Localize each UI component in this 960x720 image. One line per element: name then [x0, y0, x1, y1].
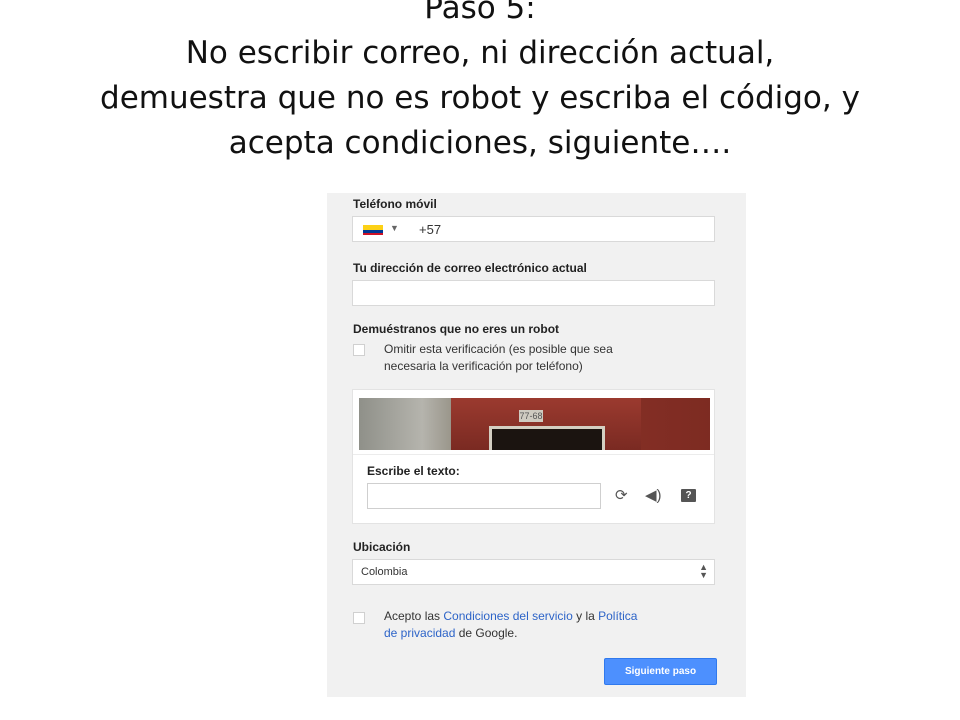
refresh-icon[interactable]: ⟳ [615, 486, 628, 504]
robot-label: Demuéstranos que no eres un robot [353, 322, 560, 336]
terms-prefix: Acepto las [384, 609, 444, 623]
chevron-down-icon[interactable]: ▼ [390, 223, 399, 233]
location-selected-value: Colombia [361, 566, 408, 578]
privacy-policy-link[interactable]: Política [598, 609, 637, 623]
privacy-policy-link[interactable]: de privacidad [384, 626, 455, 640]
audio-icon[interactable]: ◀) [645, 486, 662, 504]
captcha-input[interactable] [367, 483, 601, 509]
location-label: Ubicación [353, 540, 411, 554]
captcha-label: Escribe el texto: [367, 464, 460, 478]
terms-middle: y la [572, 609, 599, 623]
terms-text: Acepto las Condiciones del servicio y la… [384, 608, 724, 642]
phone-field[interactable]: ▼ +57 [352, 216, 715, 242]
email-field[interactable] [352, 280, 715, 306]
phone-label: Teléfono móvil [353, 197, 437, 211]
select-arrows-icon: ▲ ▼ [699, 562, 708, 580]
skip-verification-text: Omitir esta verificación (es posible que… [384, 341, 613, 375]
slide-title-line: Paso 5: [424, 0, 536, 26]
skip-verification-checkbox[interactable] [353, 344, 365, 356]
terms-of-service-link[interactable]: Condiciones del servicio [443, 609, 572, 623]
captcha-box: 77-68 Escribe el texto: ⟳ ◀) ? [352, 389, 715, 524]
colombia-flag-icon[interactable] [363, 225, 383, 235]
next-step-button[interactable]: Siguiente paso [604, 658, 717, 685]
terms-suffix: de Google. [455, 626, 518, 640]
help-icon[interactable]: ? [681, 489, 696, 502]
slide-title-line: acepta condiciones, siguiente…. [228, 125, 732, 161]
slide-title-line: No escribir correo, ni dirección actual, [185, 35, 775, 71]
slide-title: Paso 5: No escribir correo, ni dirección… [0, 0, 960, 166]
skip-verification-line: necesaria la verificación por teléfono) [384, 359, 583, 373]
signup-form-panel: Teléfono móvil ▼ +57 Tu dirección de cor… [327, 193, 746, 697]
terms-checkbox[interactable] [353, 612, 365, 624]
country-code: +57 [419, 222, 442, 237]
email-label: Tu dirección de correo electrónico actua… [353, 261, 587, 275]
skip-verification-line: Omitir esta verificación (es posible que… [384, 342, 613, 356]
captcha-image-text: 77-68 [519, 410, 543, 422]
captcha-image: 77-68 [359, 398, 710, 450]
slide-title-line: demuestra que no es robot y escriba el c… [100, 80, 860, 116]
location-select[interactable]: Colombia ▲ ▼ [352, 559, 715, 585]
